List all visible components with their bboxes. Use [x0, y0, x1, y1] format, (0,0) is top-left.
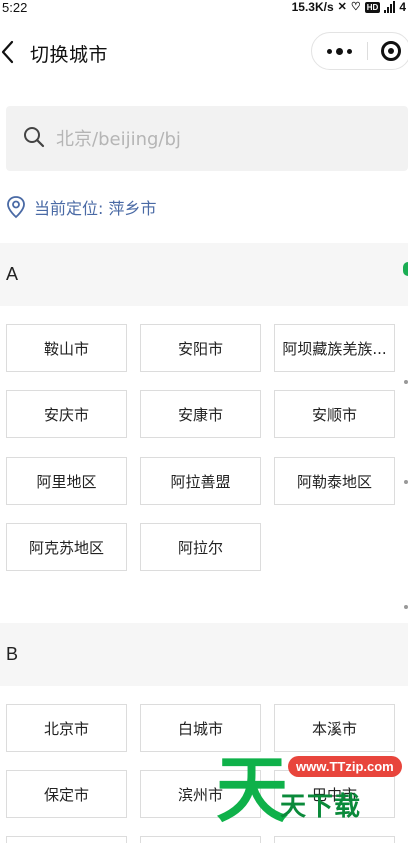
city-button[interactable]: 保定市 [6, 770, 127, 818]
page-title: 切换城市 [30, 44, 109, 66]
location-pin-icon [7, 196, 25, 219]
city-button[interactable]: 鞍山市 [6, 324, 127, 372]
search-icon [24, 127, 45, 148]
index-mark [404, 480, 408, 484]
dot-icon [346, 48, 352, 54]
section-letter: A [6, 264, 19, 284]
dot-icon [326, 48, 332, 54]
back-button[interactable] [0, 38, 22, 66]
status-indicators: 15.3K/s ✕ ♡ HD 4 [292, 0, 406, 14]
city-button[interactable]: 安庆市 [6, 390, 127, 438]
section-header-a: A [0, 243, 408, 306]
city-button[interactable]: 阿克苏地区 [6, 523, 127, 571]
index-indicator[interactable] [403, 262, 408, 276]
status-time: 5:22 [2, 0, 28, 15]
capsule-divider [367, 42, 368, 60]
current-location-label: 当前定位: 萍乡市 [34, 199, 157, 218]
alarm-icon: ♡ [350, 1, 361, 13]
net-speed: 15.3K/s [291, 0, 334, 14]
mute-icon: ✕ [337, 1, 347, 13]
city-button[interactable]: 阿里地区 [6, 457, 127, 505]
search-box [6, 106, 408, 171]
section-letter: B [6, 644, 19, 664]
city-button[interactable]: 安阳市 [140, 324, 261, 372]
dot-icon [335, 47, 343, 55]
city-button[interactable]: 北京市 [6, 704, 127, 752]
city-button[interactable]: 安康市 [140, 390, 261, 438]
target-icon [381, 41, 401, 61]
watermark-url: www.TTzip.com [288, 756, 402, 777]
signal-icon [384, 1, 396, 13]
status-bar: 5:22 15.3K/s ✕ ♡ HD 4 [0, 0, 408, 18]
current-location[interactable]: 当前定位: 萍乡市 [6, 194, 156, 220]
mini-program-capsule [311, 32, 408, 70]
close-program-button[interactable] [374, 33, 408, 69]
city-button[interactable]: 白城市 [140, 704, 261, 752]
city-button[interactable]: 本溪市 [274, 704, 395, 752]
city-button[interactable]: 阿坝藏族羌族... [274, 324, 395, 372]
watermark-logo: 天 www.TTzip.com 天下载 [208, 750, 408, 843]
watermark-sub: 天下载 [280, 792, 362, 822]
section-header-b: B [0, 623, 408, 686]
city-button-partial[interactable] [6, 836, 127, 843]
battery-level: 4 [399, 0, 406, 14]
watermark-big-char: 天 [216, 748, 289, 832]
search-input[interactable] [56, 120, 386, 158]
nav-bar: 切换城市 [0, 28, 408, 74]
more-button[interactable] [312, 33, 366, 69]
city-button[interactable]: 安顺市 [274, 390, 395, 438]
city-button[interactable]: 阿拉尔 [140, 523, 261, 571]
index-mark [404, 380, 408, 384]
city-button[interactable]: 阿拉善盟 [140, 457, 261, 505]
chevron-left-icon [1, 40, 14, 64]
index-mark [404, 605, 408, 609]
city-button[interactable]: 阿勒泰地区 [274, 457, 395, 505]
hd-badge: HD [364, 1, 381, 13]
